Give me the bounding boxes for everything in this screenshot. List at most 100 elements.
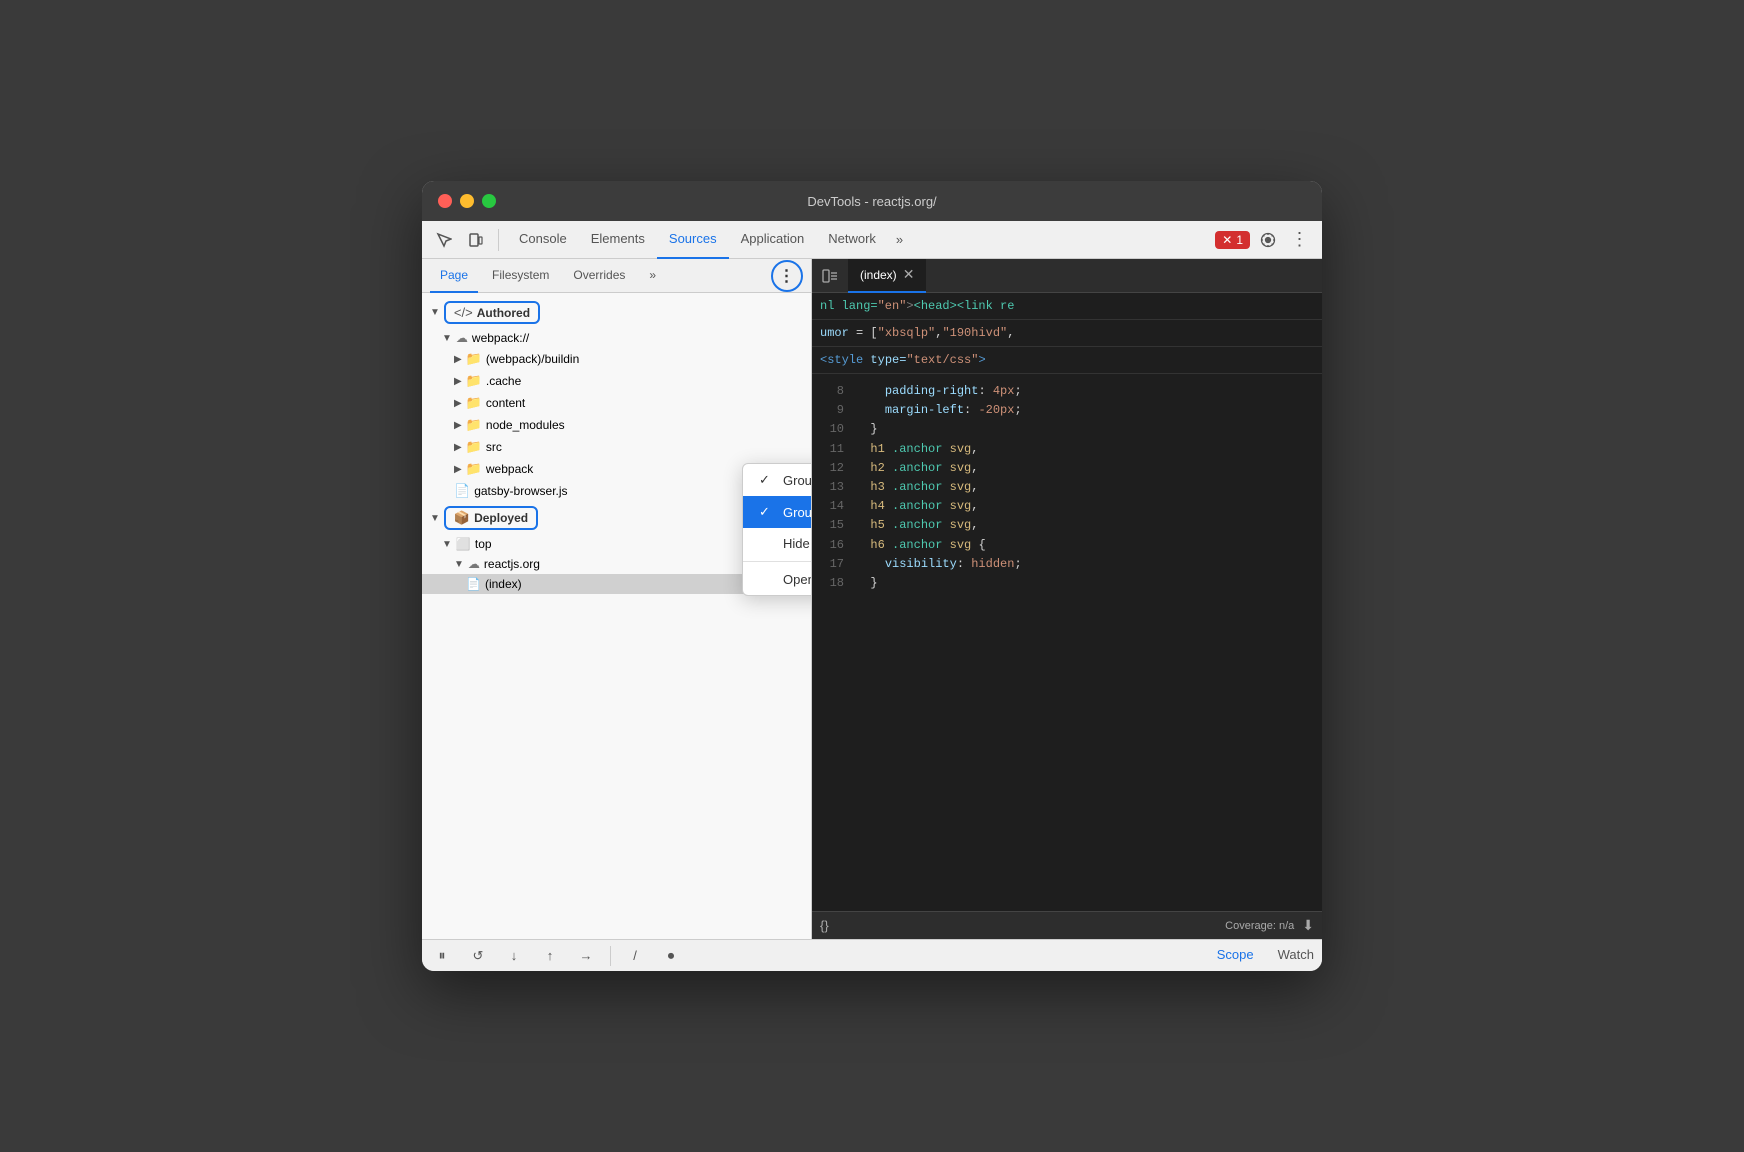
close-button[interactable] [438, 194, 452, 208]
menu-item-label: Group by folder [783, 473, 811, 488]
sub-tab-more[interactable]: » [639, 259, 666, 293]
sub-tab-page[interactable]: Page [430, 259, 478, 293]
window-title: DevTools - reactjs.org/ [807, 194, 936, 209]
code-line-17: visibility: hidden; [856, 555, 1314, 574]
menu-item-label: Group by Authored/Deployed [783, 505, 811, 520]
check-icon: ✓ [759, 504, 775, 520]
file-icon: 📄 [466, 577, 481, 591]
tab-scope[interactable]: Scope [1217, 938, 1254, 972]
pause-button[interactable]: ⏸ [430, 944, 454, 968]
coverage-icon[interactable]: ⬇ [1302, 917, 1314, 934]
editor-tab-index[interactable]: (index) ✕ [848, 259, 926, 293]
device-toolbar-button[interactable] [462, 226, 490, 254]
tree-item-node-modules[interactable]: ▶ 📁 node_modules [422, 414, 811, 436]
toolbar-tabs: Console Elements Sources Application Net… [507, 221, 1211, 259]
item-label: reactjs.org [484, 557, 540, 571]
tree-item-buildin[interactable]: ▶ 📁 (webpack)/buildin [422, 348, 811, 370]
item-label: gatsby-browser.js [474, 484, 567, 498]
tab-network[interactable]: Network [816, 221, 888, 259]
sub-toolbar: Page Filesystem Overrides » ⋮ [422, 259, 811, 293]
html-snippet: nl lang="en"><head><link re [812, 293, 1322, 320]
item-label: (index) [485, 577, 522, 591]
deployed-label: Deployed [474, 511, 528, 525]
authored-section[interactable]: ▼ </> Authored [422, 297, 811, 328]
item-label: src [486, 440, 502, 454]
tab-label: (index) [860, 268, 897, 282]
folder-icon: 📁 [466, 439, 482, 455]
menu-divider [743, 561, 811, 562]
code-brackets-icon: </> [454, 305, 473, 320]
editor-status-bar: {} Coverage: n/a ⬇ [812, 911, 1322, 939]
tree-item-webpack[interactable]: ▼ ☁ webpack:// [422, 328, 811, 348]
tree-item-content[interactable]: ▶ 📁 content [422, 392, 811, 414]
toolbar-divider [498, 229, 499, 251]
tree-item-cache[interactable]: ▶ 📁 .cache [422, 370, 811, 392]
authored-box: </> Authored [444, 301, 540, 324]
sub-tab-filesystem[interactable]: Filesystem [482, 259, 559, 293]
code-area: 8 9 10 11 12 13 14 15 16 17 18 padding-r… [812, 374, 1322, 911]
context-menu: ✓ Group by folder ✓ Group by Authored/De… [742, 463, 811, 596]
tab-elements[interactable]: Elements [579, 221, 657, 259]
menu-item-group-authored-deployed[interactable]: ✓ Group by Authored/Deployed 🏷 [743, 496, 811, 528]
code-line-14: h4 .anchor svg, [856, 497, 1314, 516]
folder-icon: 📁 [466, 461, 482, 477]
bottom-panel-tabs: Scope Watch [1217, 938, 1314, 972]
menu-item-open-file[interactable]: Open file ⌘ P [743, 564, 811, 595]
step-out-button[interactable]: ↑ [538, 944, 562, 968]
inspect-element-button[interactable] [430, 226, 458, 254]
code-line-8: padding-right: 4px; [856, 382, 1314, 401]
folder-icon: 📁 [466, 373, 482, 389]
item-label: .cache [486, 374, 521, 388]
sub-tab-overrides[interactable]: Overrides [563, 259, 635, 293]
more-tabs-button[interactable]: » [888, 232, 911, 247]
deactivate-button[interactable]: / [623, 944, 647, 968]
item-label: webpack [486, 462, 533, 476]
code-line-12: h2 .anchor svg, [856, 459, 1314, 478]
check-icon: ✓ [759, 472, 775, 488]
right-panel: (index) ✕ nl lang="en"><head><link re um… [812, 259, 1322, 939]
item-label: content [486, 396, 525, 410]
tab-application[interactable]: Application [729, 221, 817, 259]
close-tab-button[interactable]: ✕ [903, 266, 915, 283]
step-into-button[interactable]: ↓ [502, 944, 526, 968]
step-button[interactable]: → [574, 944, 598, 968]
folder-icon: 📁 [466, 351, 482, 367]
deployed-box: 📦 Deployed [444, 506, 538, 530]
pause-on-exception-button[interactable]: ⏺ [659, 944, 683, 968]
js-var: umor [820, 326, 849, 340]
menu-item-hide-ignore[interactable]: Hide ignore-listed sources 🏷 [743, 528, 811, 559]
coverage-label: Coverage: n/a [1225, 920, 1294, 932]
code-line-18: } [856, 574, 1314, 593]
menu-item-group-by-folder[interactable]: ✓ Group by folder [743, 464, 811, 496]
authored-label: Authored [477, 306, 530, 320]
settings-button[interactable] [1254, 226, 1282, 254]
tree-item-src[interactable]: ▶ 📁 src [422, 436, 811, 458]
item-label: (webpack)/buildin [486, 352, 579, 366]
tab-console[interactable]: Console [507, 221, 579, 259]
error-icon: ✕ [1222, 233, 1232, 247]
collapse-sidebar-button[interactable] [816, 262, 844, 290]
devtools-window: DevTools - reactjs.org/ Console Elements… [422, 181, 1322, 971]
tab-sources[interactable]: Sources [657, 221, 729, 259]
tab-watch[interactable]: Watch [1278, 938, 1314, 972]
format-button[interactable]: {} [820, 918, 829, 933]
item-label: node_modules [486, 418, 565, 432]
cloud-icon: ☁ [468, 557, 480, 571]
maximize-button[interactable] [482, 194, 496, 208]
more-options-button[interactable]: ⋮ [1286, 226, 1314, 254]
error-count-badge[interactable]: ✕ 1 [1215, 231, 1250, 249]
three-dots-menu-button[interactable]: ⋮ [771, 260, 803, 292]
file-tree: ▼ </> Authored ▼ ☁ webpack:// ▶ 📁 (we [422, 293, 811, 939]
js-snippet: umor = ["xbsqlp","190hivd", [812, 320, 1322, 347]
minimize-button[interactable] [460, 194, 474, 208]
code-line-16: h6 .anchor svg { [856, 536, 1314, 555]
code-line-11: h1 .anchor svg, [856, 440, 1314, 459]
html-tag: nl lang= [820, 299, 878, 313]
code-line-9: margin-left: -20px; [856, 401, 1314, 420]
title-bar: DevTools - reactjs.org/ [422, 181, 1322, 221]
toolbar-right: ✕ 1 ⋮ [1215, 226, 1314, 254]
step-over-button[interactable]: ↺ [466, 944, 490, 968]
left-panel: Page Filesystem Overrides » ⋮ ▼ </> Auth… [422, 259, 812, 939]
square-icon: ⬜ [456, 537, 471, 551]
code-content: padding-right: 4px; margin-left: -20px; … [848, 374, 1322, 911]
